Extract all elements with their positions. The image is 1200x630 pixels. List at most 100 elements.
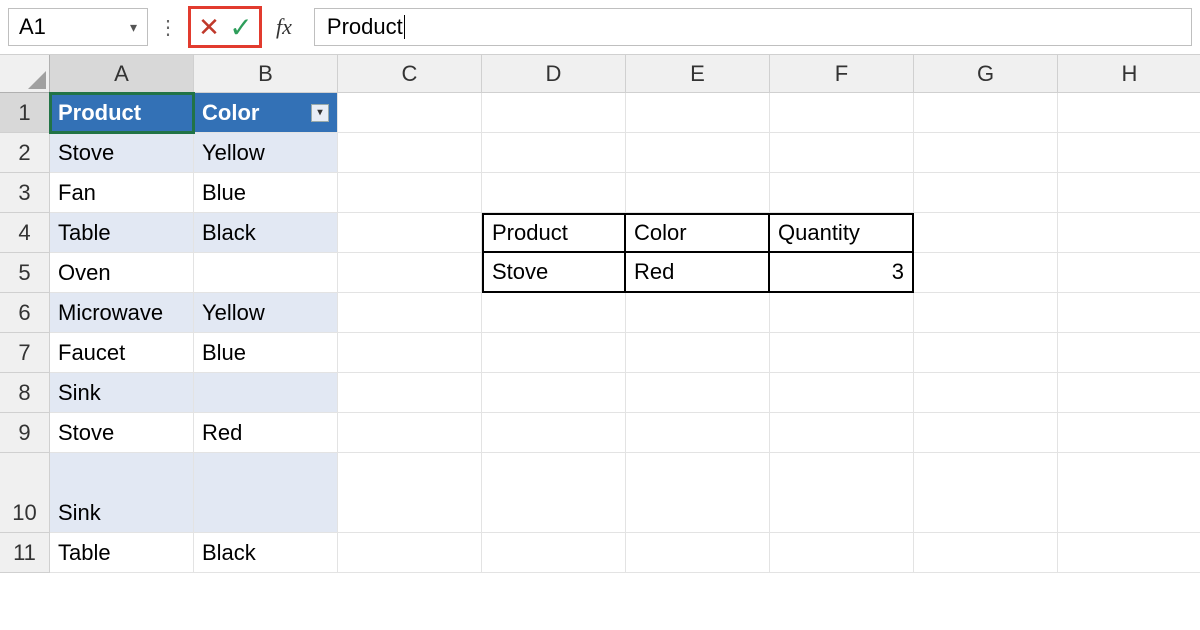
spreadsheet-grid[interactable]: A B C D E F G H 1 Product Color▾ 2 Stove… [0, 55, 1200, 573]
col-header-E[interactable]: E [626, 55, 770, 93]
cell-C6[interactable] [338, 293, 482, 333]
col-header-B[interactable]: B [194, 55, 338, 93]
cell-C9[interactable] [338, 413, 482, 453]
cell-D5[interactable]: Stove [482, 253, 626, 293]
cell-E7[interactable] [626, 333, 770, 373]
cell-H1[interactable] [1058, 93, 1200, 133]
row-header-6[interactable]: 6 [0, 293, 50, 333]
cell-G4[interactable] [914, 213, 1058, 253]
cell-B10[interactable] [194, 453, 338, 533]
cell-H10[interactable] [1058, 453, 1200, 533]
row-header-3[interactable]: 3 [0, 173, 50, 213]
row-header-10[interactable]: 10 [0, 453, 50, 533]
cell-H9[interactable] [1058, 413, 1200, 453]
cell-D4[interactable]: Product [482, 213, 626, 253]
cell-F5[interactable]: 3 [770, 253, 914, 293]
cell-G1[interactable] [914, 93, 1058, 133]
cell-C7[interactable] [338, 333, 482, 373]
cell-D9[interactable] [482, 413, 626, 453]
cell-F8[interactable] [770, 373, 914, 413]
cell-B11[interactable]: Black [194, 533, 338, 573]
cell-E4[interactable]: Color [626, 213, 770, 253]
confirm-button[interactable]: ✓ [225, 11, 257, 44]
cell-G9[interactable] [914, 413, 1058, 453]
cell-F2[interactable] [770, 133, 914, 173]
cell-H6[interactable] [1058, 293, 1200, 333]
cell-H3[interactable] [1058, 173, 1200, 213]
filter-dropdown-icon[interactable]: ▾ [311, 104, 329, 122]
cell-F1[interactable] [770, 93, 914, 133]
cell-E3[interactable] [626, 173, 770, 213]
cell-G11[interactable] [914, 533, 1058, 573]
cell-G2[interactable] [914, 133, 1058, 173]
cell-H7[interactable] [1058, 333, 1200, 373]
cell-E6[interactable] [626, 293, 770, 333]
cell-E5[interactable]: Red [626, 253, 770, 293]
cell-F11[interactable] [770, 533, 914, 573]
cell-C5[interactable] [338, 253, 482, 293]
cell-D2[interactable] [482, 133, 626, 173]
cell-D6[interactable] [482, 293, 626, 333]
cell-C2[interactable] [338, 133, 482, 173]
cell-F7[interactable] [770, 333, 914, 373]
cell-E8[interactable] [626, 373, 770, 413]
cell-A8[interactable]: Sink [50, 373, 194, 413]
cell-F4[interactable]: Quantity [770, 213, 914, 253]
select-all-corner[interactable] [0, 55, 50, 93]
cell-H2[interactable] [1058, 133, 1200, 173]
col-header-D[interactable]: D [482, 55, 626, 93]
cell-B8[interactable] [194, 373, 338, 413]
row-header-2[interactable]: 2 [0, 133, 50, 173]
cell-G3[interactable] [914, 173, 1058, 213]
cell-E10[interactable] [626, 453, 770, 533]
cell-D3[interactable] [482, 173, 626, 213]
cell-A3[interactable]: Fan [50, 173, 194, 213]
cell-G6[interactable] [914, 293, 1058, 333]
cell-B4[interactable]: Black [194, 213, 338, 253]
cell-B1[interactable]: Color▾ [194, 93, 338, 133]
cell-A4[interactable]: Table [50, 213, 194, 253]
cell-B2[interactable]: Yellow [194, 133, 338, 173]
row-header-11[interactable]: 11 [0, 533, 50, 573]
cell-A2[interactable]: Stove [50, 133, 194, 173]
cell-G8[interactable] [914, 373, 1058, 413]
row-header-4[interactable]: 4 [0, 213, 50, 253]
col-header-H[interactable]: H [1058, 55, 1200, 93]
col-header-F[interactable]: F [770, 55, 914, 93]
cell-C10[interactable] [338, 453, 482, 533]
cell-A1[interactable]: Product [50, 93, 194, 133]
cell-H11[interactable] [1058, 533, 1200, 573]
cell-A10[interactable]: Sink [50, 453, 194, 533]
cell-F10[interactable] [770, 453, 914, 533]
cell-D10[interactable] [482, 453, 626, 533]
cell-G5[interactable] [914, 253, 1058, 293]
cell-A7[interactable]: Faucet [50, 333, 194, 373]
cell-D8[interactable] [482, 373, 626, 413]
cell-E9[interactable] [626, 413, 770, 453]
cell-B3[interactable]: Blue [194, 173, 338, 213]
cell-H5[interactable] [1058, 253, 1200, 293]
cell-B9[interactable]: Red [194, 413, 338, 453]
cell-A6[interactable]: Microwave [50, 293, 194, 333]
cell-F9[interactable] [770, 413, 914, 453]
name-box[interactable]: A1 ▾ [8, 8, 148, 46]
cell-H8[interactable] [1058, 373, 1200, 413]
cell-C3[interactable] [338, 173, 482, 213]
cell-B5[interactable] [194, 253, 338, 293]
cell-G10[interactable] [914, 453, 1058, 533]
cell-D7[interactable] [482, 333, 626, 373]
col-header-A[interactable]: A [50, 55, 194, 93]
cell-D11[interactable] [482, 533, 626, 573]
row-header-7[interactable]: 7 [0, 333, 50, 373]
cell-C8[interactable] [338, 373, 482, 413]
cell-C1[interactable] [338, 93, 482, 133]
cell-E11[interactable] [626, 533, 770, 573]
cell-C4[interactable] [338, 213, 482, 253]
cell-F6[interactable] [770, 293, 914, 333]
formula-input[interactable]: Product [314, 8, 1192, 46]
cell-H4[interactable] [1058, 213, 1200, 253]
cell-G7[interactable] [914, 333, 1058, 373]
cell-D1[interactable] [482, 93, 626, 133]
row-header-9[interactable]: 9 [0, 413, 50, 453]
cell-F3[interactable] [770, 173, 914, 213]
